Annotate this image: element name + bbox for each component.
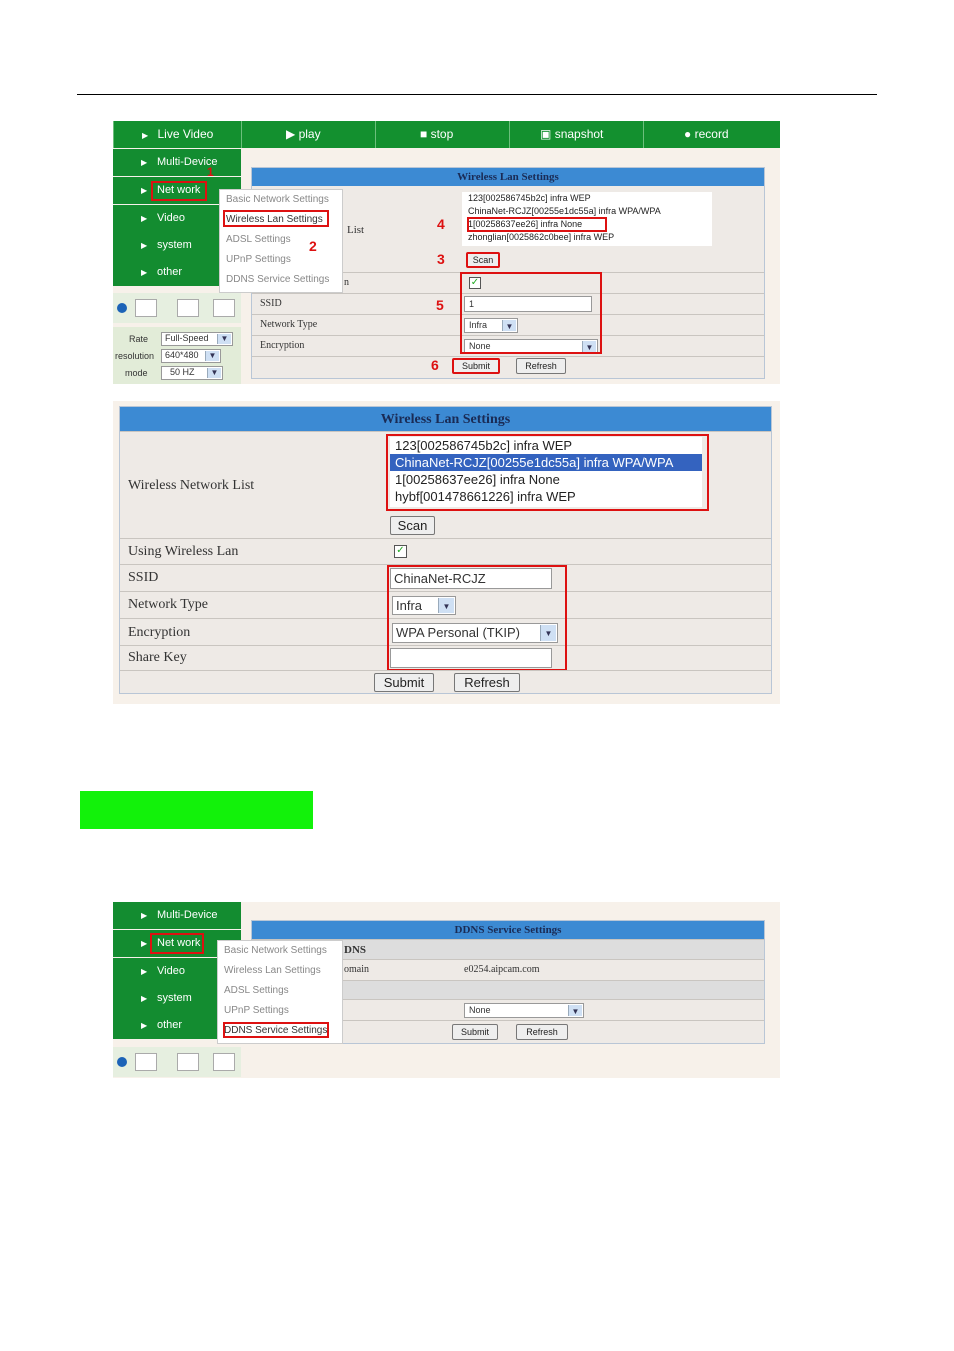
submit-button[interactable]: Submit bbox=[452, 358, 500, 374]
refresh-button[interactable]: Refresh bbox=[516, 358, 566, 374]
network-highlight-3 bbox=[150, 933, 204, 954]
wireless-settings-filled-screenshot: Wireless Lan Settings Wireless Network L… bbox=[113, 401, 780, 704]
layout-9-icon[interactable] bbox=[177, 1053, 199, 1071]
play-button[interactable]: ▶ play bbox=[241, 121, 375, 148]
layout-1-icon[interactable] bbox=[117, 303, 127, 313]
panel-title: Wireless Lan Settings bbox=[252, 168, 764, 186]
section-heading-highlight bbox=[80, 791, 313, 829]
record-icon: ● bbox=[684, 127, 692, 141]
submenu-basic-network[interactable]: Basic Network Settings bbox=[218, 941, 342, 961]
layout-9-icon[interactable] bbox=[177, 299, 199, 317]
play-arrow-icon: ▶ bbox=[142, 131, 149, 140]
layout-16-icon[interactable] bbox=[213, 299, 235, 317]
step-3-label: 3 bbox=[437, 251, 445, 267]
wireless-settings-panel-2: Wireless Lan Settings Wireless Network L… bbox=[119, 406, 772, 694]
domain-value: e0254.aipcam.com bbox=[464, 964, 540, 975]
network-highlight bbox=[151, 181, 207, 201]
panel-title-3: DDNS Service Settings bbox=[252, 921, 764, 939]
network-submenu: Basic Network Settings Wireless Lan Sett… bbox=[219, 189, 343, 293]
submenu-adsl[interactable]: ADSL Settings bbox=[218, 981, 342, 1001]
layout-icons-3 bbox=[113, 1047, 241, 1077]
layout-4-icon[interactable] bbox=[135, 299, 157, 317]
ddns-settings-screenshot: Multi-Device Net work Video system other… bbox=[113, 902, 780, 1078]
buttons-row-2 bbox=[120, 670, 771, 695]
submenu-adsl[interactable]: ADSL Settings bbox=[220, 230, 342, 250]
refresh-button-3[interactable]: Refresh bbox=[516, 1024, 568, 1040]
submit-button-3[interactable]: Submit bbox=[452, 1024, 498, 1040]
wireless-submenu-highlight bbox=[223, 210, 329, 227]
network-list-highlight bbox=[386, 434, 709, 511]
layout-1-icon[interactable] bbox=[117, 1057, 127, 1067]
panel-title-2: Wireless Lan Settings bbox=[120, 407, 771, 431]
submenu-wireless-lan[interactable]: Wireless Lan Settings bbox=[218, 961, 342, 981]
network-list-row: Wireless Network List 123[002586745b2c] … bbox=[120, 431, 771, 538]
using-wireless-checkbox-2[interactable]: ✓ bbox=[394, 545, 407, 558]
scan-button-2[interactable]: Scan bbox=[390, 516, 435, 535]
chevron-down-icon: ▼ bbox=[568, 1005, 582, 1016]
submenu-upnp[interactable]: UPnP Settings bbox=[220, 250, 342, 270]
nav-multi-device[interactable]: Multi-Device bbox=[113, 149, 241, 176]
step-1-label: 1 bbox=[207, 165, 214, 179]
selected-network-highlight bbox=[467, 217, 607, 232]
step-6-label: 6 bbox=[431, 357, 439, 373]
layout-4-icon[interactable] bbox=[135, 1053, 157, 1071]
step-4-label: 4 bbox=[437, 216, 445, 232]
header-rule bbox=[77, 94, 877, 95]
layout-16-icon[interactable] bbox=[213, 1053, 235, 1071]
submenu-ddns[interactable]: DDNS Service Settings bbox=[220, 270, 342, 290]
record-button[interactable]: ● record bbox=[643, 121, 780, 148]
chevron-down-icon: ▼ bbox=[205, 351, 219, 361]
submenu-basic-network[interactable]: Basic Network Settings bbox=[220, 190, 342, 210]
stop-icon: ■ bbox=[420, 127, 428, 141]
chevron-down-icon: ▼ bbox=[207, 368, 221, 378]
submit-button-2[interactable]: Submit bbox=[374, 673, 434, 692]
chevron-down-icon: ▼ bbox=[217, 334, 231, 344]
buttons-row bbox=[252, 356, 764, 378]
layout-icons bbox=[113, 293, 241, 323]
step-2-label: 2 bbox=[309, 238, 317, 254]
scan-button[interactable]: Scan bbox=[466, 252, 500, 268]
using-wireless-row-2: Using Wireless Lan ✓ bbox=[120, 538, 771, 564]
ddns-submenu-highlight bbox=[223, 1022, 329, 1038]
submenu-upnp[interactable]: UPnP Settings bbox=[218, 1001, 342, 1021]
resolution-select[interactable]: 640*480 ▼ bbox=[161, 349, 221, 363]
refresh-button-2[interactable]: Refresh bbox=[454, 673, 520, 692]
settings-highlight bbox=[460, 272, 602, 354]
live-video-tab[interactable]: ▶ Live Video bbox=[113, 121, 241, 148]
rate-select[interactable]: Full-Speed ▼ bbox=[161, 332, 233, 346]
camera-icon: ▣ bbox=[540, 127, 552, 141]
wireless-settings-annotated-screenshot: ▶ Live Video ▶ play ■ stop ▣ snapshot ● … bbox=[113, 121, 780, 384]
settings-highlight-2 bbox=[387, 565, 567, 671]
step-5-label: 5 bbox=[436, 297, 444, 313]
stream-settings: Rate Full-Speed ▼ resolution 640*480 ▼ mod… bbox=[113, 327, 241, 384]
mode-select[interactable]: 50 HZ ▼ bbox=[161, 366, 223, 380]
list-label-fragment: List bbox=[347, 224, 365, 236]
stop-button[interactable]: ■ stop bbox=[375, 121, 509, 148]
play-icon: ▶ bbox=[286, 127, 296, 141]
ddns-provider-select[interactable]: None ▼ bbox=[464, 1003, 584, 1018]
snapshot-button[interactable]: ▣ snapshot bbox=[509, 121, 643, 148]
nav-multi-device-3[interactable]: Multi-Device bbox=[113, 902, 241, 929]
